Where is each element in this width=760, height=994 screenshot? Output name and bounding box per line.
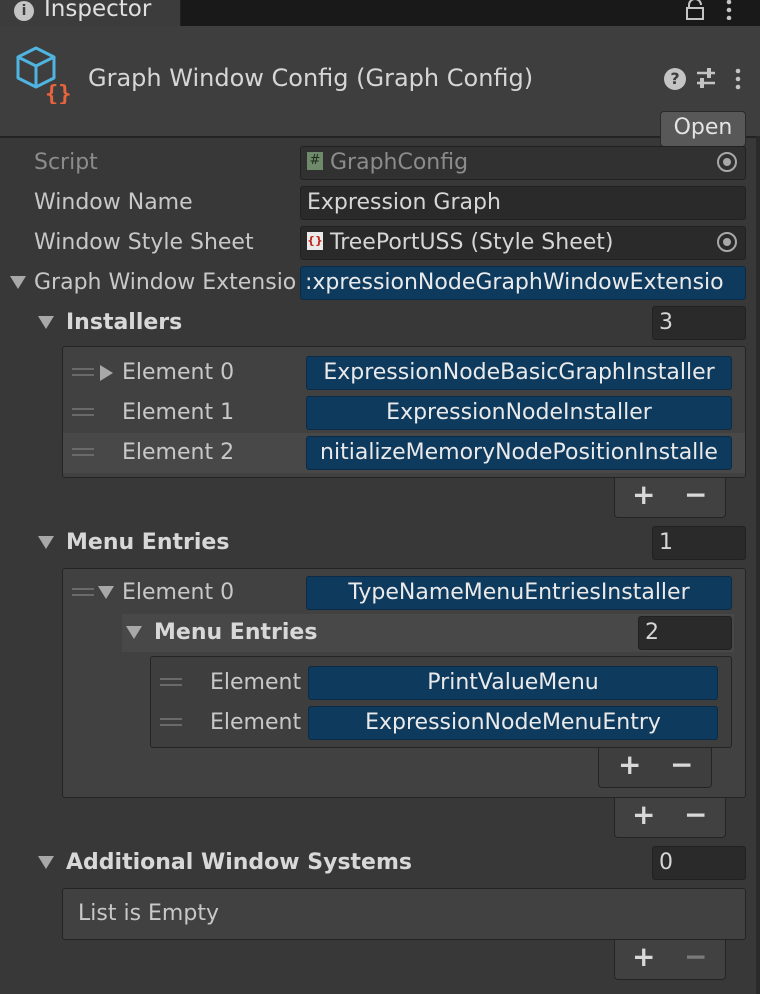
scriptable-object-icon: {} [12,44,76,107]
drag-handle-icon[interactable] [72,408,94,416]
script-field: # GraphConfig [300,146,746,180]
inner-menu-entries-label[interactable]: Menu Entries [154,619,317,647]
add-button[interactable]: + [632,940,655,973]
installers-list-footer [614,478,726,518]
drag-handle-icon[interactable] [72,368,94,376]
header-title: Graph Window Config (Graph Config) [88,64,534,92]
menu-entries-list-footer [614,798,726,838]
drag-handle-icon[interactable] [72,448,94,456]
add-button[interactable]: + [618,748,641,781]
inner-list-footer [598,748,712,788]
csharp-icon: # [307,152,323,170]
scrollbar-track[interactable] [756,136,760,994]
drag-handle-icon[interactable] [72,588,94,596]
installers-size-input[interactable]: 3 [652,306,746,340]
additional-size-input[interactable]: 0 [652,846,746,880]
drag-handle-icon[interactable] [160,678,182,686]
additional-foldout-icon[interactable] [38,856,54,869]
header-kebab-icon[interactable] [733,68,743,90]
additional-list-footer [614,940,726,980]
menu-element-label: Element 0 [122,580,235,605]
inner-element-label: Element [210,670,302,695]
menu-entries-size-input[interactable]: 1 [652,526,746,560]
menu-entries-foldout-icon[interactable] [38,536,54,549]
add-button[interactable]: + [632,798,655,831]
style-sheet-field[interactable]: {} TreePortUSS (Style Sheet) [300,226,746,260]
style-sheet-value: TreePortUSS (Style Sheet) [330,230,614,255]
remove-button[interactable]: − [684,798,707,831]
empty-list-text: List is Empty [78,901,219,926]
extension-foldout-icon[interactable] [10,276,26,289]
window-name-label: Window Name [34,190,193,215]
inner-menu-entries-size-input[interactable]: 2 [638,616,732,650]
menu-element-value[interactable]: TypeNameMenuEntriesInstaller [306,576,732,610]
remove-button: − [684,940,708,973]
menu-entries-label[interactable]: Menu Entries [66,529,229,557]
open-button[interactable]: Open [660,111,746,147]
lock-icon[interactable] [684,0,706,20]
installers-foldout-icon[interactable] [38,316,54,329]
style-sheet-label: Window Style Sheet [34,230,254,255]
extension-field[interactable]: :xpressionNodeGraphWindowExtensio [300,266,746,300]
inner-element-label: Element [210,710,302,735]
script-label: Script [34,150,98,175]
style-sheet-picker-icon[interactable] [717,232,737,252]
remove-button[interactable]: − [670,748,693,781]
extension-label[interactable]: Graph Window Extensio [34,269,296,297]
inner-menu-entries-foldout-icon[interactable] [126,626,142,639]
tab-label: Inspector [44,0,152,22]
info-icon: i [14,1,34,21]
stylesheet-icon: {} [307,232,323,250]
preset-icon[interactable] [694,66,718,90]
svg-text:{}: {} [45,82,72,104]
remove-button[interactable]: − [684,478,707,511]
inner-element-value[interactable]: ExpressionNodeMenuEntry [308,706,718,740]
installers-label[interactable]: Installers [66,309,182,337]
inner-element-value[interactable]: PrintValueMenu [308,666,718,700]
installer-element-label: Element 1 [122,400,235,425]
inspector-header: {} Graph Window Config (Graph Config) ? … [0,26,760,147]
additional-label[interactable]: Additional Window Systems [66,849,412,877]
help-icon[interactable]: ? [664,68,686,90]
add-button[interactable]: + [632,478,655,511]
installer-element-value[interactable]: nitializeMemoryNodePositionInstalle [306,436,732,470]
drag-handle-icon[interactable] [160,718,182,726]
kebab-menu-icon[interactable] [724,0,734,21]
element-foldout-icon[interactable] [100,365,113,381]
script-value: GraphConfig [330,150,469,175]
installer-element-value[interactable]: ExpressionNodeInstaller [306,396,732,430]
element-foldout-icon[interactable] [98,586,114,599]
window-name-input[interactable]: Expression Graph [300,186,746,220]
tab-inspector[interactable]: i Inspector [0,0,181,28]
installer-element-value[interactable]: ExpressionNodeBasicGraphInstaller [306,356,732,390]
object-picker-icon [717,152,737,172]
installer-element-label: Element 2 [122,440,235,465]
installer-element-label: Element 0 [122,360,235,385]
